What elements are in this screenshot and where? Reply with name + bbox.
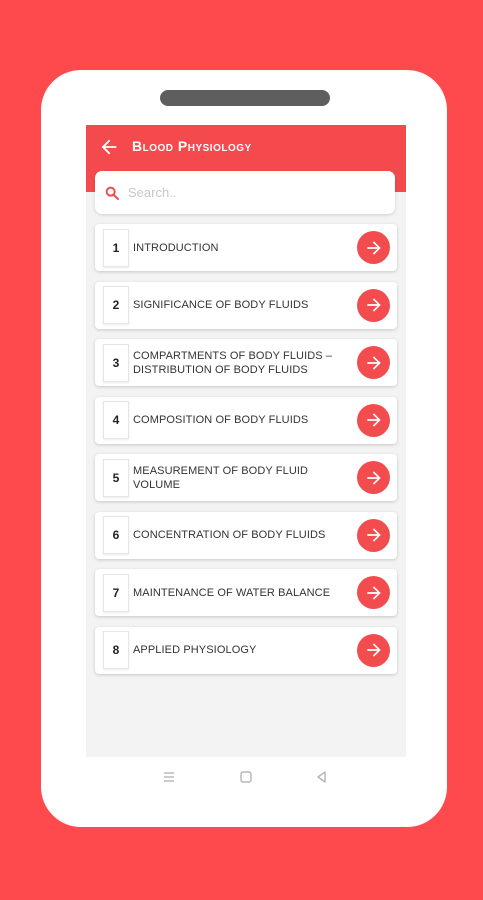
arrow-left-icon[interactable] (98, 136, 120, 158)
chapter-number: 6 (103, 516, 129, 554)
open-chapter-button[interactable] (357, 403, 390, 437)
search-input[interactable] (128, 185, 368, 200)
system-nav-bar (86, 757, 406, 797)
chapter-title: MEASUREMENT OF BODY FLUID VOLUME (133, 464, 309, 491)
list-item[interactable]: 7 MAINTENANCE OF WATER BALANCE (95, 569, 397, 616)
arrow-right-icon (366, 240, 381, 255)
chapter-list: 1 INTRODUCTION 2 SIGNIFICANCE OF BODY FL… (95, 224, 397, 684)
chapter-number: 8 (103, 631, 129, 669)
list-item[interactable]: 6 CONCENTRATION OF BODY FLUIDS (95, 511, 397, 559)
chapter-title: CONCENTRATION OF BODY FLUIDS (133, 529, 326, 541)
arrow-right-icon (366, 298, 381, 312)
list-item[interactable]: 4 COMPOSITION OF BODY FLUIDS (95, 396, 397, 444)
arrow-right-icon (366, 355, 381, 370)
chapter-title: COMPOSITION OF BODY FLUIDS (133, 414, 309, 426)
page-title: Blood Physiology (132, 138, 252, 154)
phone-speaker (160, 90, 330, 106)
chapter-title: MAINTENANCE OF WATER BALANCE (133, 586, 331, 599)
arrow-right-icon (366, 585, 381, 600)
search-icon (105, 186, 119, 200)
phone-frame: Blood Physiology 1 INTRODUCTION 2 SIGNIF… (41, 70, 447, 827)
chapter-title: COMPARTMENTS OF BODY FLUIDS –DISTRIBUTIO… (133, 349, 333, 376)
chapter-number: 4 (103, 401, 129, 439)
list-item[interactable]: 1 INTRODUCTION (95, 224, 397, 271)
arrow-right-icon (366, 643, 381, 657)
arrow-right-icon (366, 470, 381, 485)
chapter-number: 3 (103, 343, 129, 382)
chapter-number: 7 (103, 573, 129, 612)
open-chapter-button[interactable] (357, 518, 390, 552)
open-chapter-button[interactable] (357, 288, 390, 322)
open-chapter-button[interactable] (357, 633, 390, 667)
app-screen: Blood Physiology 1 INTRODUCTION 2 SIGNIF… (86, 125, 406, 757)
open-chapter-button[interactable] (357, 346, 390, 379)
open-chapter-button[interactable] (357, 231, 390, 264)
open-chapter-button[interactable] (357, 576, 390, 609)
chapter-number: 1 (103, 228, 129, 267)
home-icon[interactable] (238, 769, 254, 785)
list-item[interactable]: 5 MEASUREMENT OF BODY FLUID VOLUME (95, 454, 397, 501)
list-item[interactable]: 3 COMPARTMENTS OF BODY FLUIDS –DISTRIBUT… (95, 339, 397, 386)
list-item[interactable]: 2 SIGNIFICANCE OF BODY FLUIDS (95, 281, 397, 329)
back-triangle-icon[interactable] (314, 769, 330, 785)
menu-icon[interactable] (161, 769, 177, 785)
arrow-right-icon (366, 528, 381, 542)
chapter-title: SIGNIFICANCE OF BODY FLUIDS (133, 299, 309, 311)
chapter-title: APPLIED PHYSIOLOGY (133, 644, 257, 656)
chapter-number: 2 (103, 286, 129, 324)
chapter-title: INTRODUCTION (133, 241, 219, 254)
chapter-number: 5 (103, 458, 129, 497)
open-chapter-button[interactable] (357, 461, 390, 494)
arrow-right-icon (366, 413, 381, 427)
search-bar[interactable] (95, 171, 395, 214)
list-item[interactable]: 8 APPLIED PHYSIOLOGY (95, 626, 397, 674)
